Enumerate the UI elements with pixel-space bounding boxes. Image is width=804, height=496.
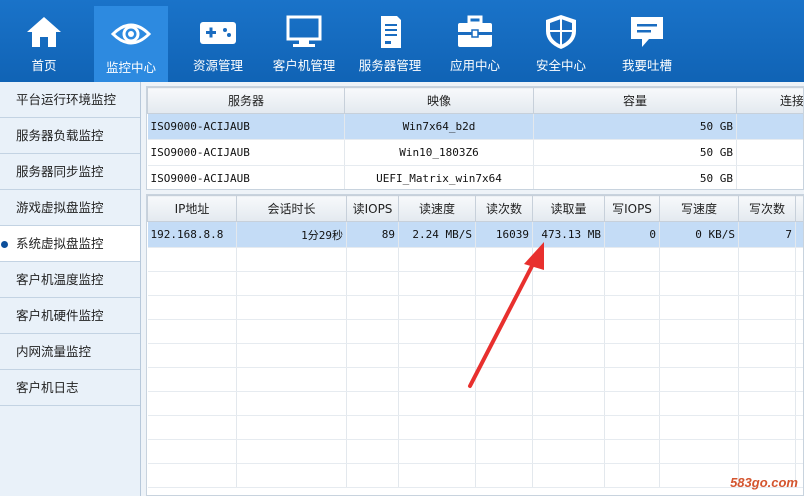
table-cell: 2.24 MB/S <box>398 221 476 248</box>
column-header-filler <box>795 195 803 222</box>
column-header[interactable]: 读IOPS <box>346 195 399 222</box>
table-row[interactable]: ISO9000-ACIJAUB Win10_1803Z6 50 GB 0 <box>147 139 803 166</box>
column-header[interactable]: 服务器 <box>147 87 345 114</box>
sidebar-item-label: 客户机温度监控 <box>16 272 104 287</box>
table-cell: ISO9000-ACIJAUB <box>147 139 345 166</box>
eye-icon <box>111 23 151 45</box>
server-icon <box>381 16 401 48</box>
clients-table: IP地址 会话时长 读IOPS 读速度 读次数 读取量 写IOPS 写速度 写次… <box>146 194 804 496</box>
empty-row <box>147 271 803 296</box>
empty-row <box>147 247 803 272</box>
nav-app-center-label: 应用中心 <box>449 58 500 73</box>
sidebar-item-label: 平台运行环境监控 <box>16 92 117 107</box>
table-cell: 16039 <box>475 221 533 248</box>
toolbox-icon <box>458 15 492 47</box>
empty-row <box>147 319 803 344</box>
empty-row <box>147 439 803 464</box>
empty-row <box>147 343 803 368</box>
nav-server-management-label: 服务器管理 <box>358 58 422 73</box>
sidebar-item-client-hardware[interactable]: 客户机硬件监控 <box>0 298 140 334</box>
nav-monitor-center[interactable]: 监控中心 <box>94 6 168 82</box>
sidebar-item-label: 服务器负载监控 <box>16 128 104 143</box>
sidebar-item-label: 客户机硬件监控 <box>16 308 104 323</box>
table-cell <box>795 221 803 248</box>
nav-server-management[interactable]: 服务器管理 <box>352 4 428 82</box>
table-cell: Win7x64_b2d <box>344 113 534 140</box>
sidebar-item-label: 内网流量监控 <box>16 344 92 359</box>
column-header[interactable]: IP地址 <box>147 195 237 222</box>
sidebar-item-client-log[interactable]: 客户机日志 <box>0 370 140 406</box>
images-table: 服务器 映像 容量 连接 ISO9000-ACIJAUB Win7x64_b2d… <box>146 86 804 190</box>
table-cell: Win10_1803Z6 <box>344 139 534 166</box>
sidebar-item-platform-environment[interactable]: 平台运行环境监控 <box>0 82 140 118</box>
column-header[interactable]: 写次数 <box>738 195 796 222</box>
top-navigation-bar: 首页 监控中心 资源管理 客户机管理 服务器管理 应用中心 安全中心 我要吐槽 <box>0 0 804 82</box>
nav-security-center-label: 安全中心 <box>535 58 586 73</box>
table-cell: UEFI_Matrix_win7x64 <box>344 165 534 189</box>
chat-icon <box>631 17 663 47</box>
table-cell: 1 <box>736 113 803 140</box>
column-header[interactable]: 读取量 <box>532 195 605 222</box>
sidebar: 平台运行环境监控 服务器负载监控 服务器同步监控 游戏虚拟盘监控 系统虚拟盘监控… <box>0 82 141 496</box>
monitor-icon <box>286 15 322 47</box>
sidebar-item-server-load[interactable]: 服务器负载监控 <box>0 118 140 154</box>
sidebar-item-game-vdisk[interactable]: 游戏虚拟盘监控 <box>0 190 140 226</box>
sidebar-item-lan-traffic[interactable]: 内网流量监控 <box>0 334 140 370</box>
sidebar-item-system-vdisk[interactable]: 系统虚拟盘监控 <box>0 226 140 262</box>
column-header[interactable]: 读速度 <box>398 195 476 222</box>
column-header[interactable]: 会话时长 <box>236 195 347 222</box>
sidebar-item-client-temperature[interactable]: 客户机温度监控 <box>0 262 140 298</box>
column-header[interactable]: 连接 <box>736 87 803 114</box>
sidebar-item-label: 客户机日志 <box>16 380 79 395</box>
empty-row <box>147 415 803 440</box>
column-header[interactable]: 读次数 <box>475 195 533 222</box>
nav-home-label: 首页 <box>31 58 57 73</box>
nav-security-center[interactable]: 安全中心 <box>524 4 598 82</box>
watermark: 583go.com <box>730 475 798 490</box>
nav-feedback-label: 我要吐槽 <box>621 58 672 73</box>
sidebar-item-server-sync[interactable]: 服务器同步监控 <box>0 154 140 190</box>
table-cell: 0 <box>604 221 660 248</box>
table-cell: ISO9000-ACIJAUB <box>147 165 345 189</box>
table-cell: 0 <box>736 139 803 166</box>
sidebar-item-label: 服务器同步监控 <box>16 164 104 179</box>
column-header[interactable]: 映像 <box>344 87 534 114</box>
empty-row <box>147 391 803 416</box>
nav-resource-management[interactable]: 资源管理 <box>181 4 255 82</box>
table-cell: ISO9000-ACIJAUB <box>147 113 345 140</box>
table-cell: 473.13 MB <box>532 221 605 248</box>
gamepad-icon <box>200 22 236 44</box>
nav-client-management[interactable]: 客户机管理 <box>265 4 343 82</box>
table-cell: 8 <box>736 165 803 189</box>
table-row[interactable]: ISO9000-ACIJAUB UEFI_Matrix_win7x64 50 G… <box>147 165 803 189</box>
sidebar-item-label: 系统虚拟盘监控 <box>16 236 104 251</box>
table-cell: 50 GB <box>533 113 737 140</box>
nav-client-management-label: 客户机管理 <box>272 58 336 73</box>
table-cell: 50 GB <box>533 139 737 166</box>
table-cell: 7 <box>738 221 796 248</box>
nav-monitor-center-label: 监控中心 <box>105 60 156 75</box>
table-cell: 1分29秒 <box>236 221 347 248</box>
nav-resource-management-label: 资源管理 <box>192 58 243 73</box>
table-cell: 89 <box>346 221 399 248</box>
column-header[interactable]: 写IOPS <box>604 195 660 222</box>
nav-home[interactable]: 首页 <box>7 4 81 82</box>
table-cell: 0 KB/S <box>659 221 739 248</box>
empty-row <box>147 295 803 320</box>
table-row[interactable]: ISO9000-ACIJAUB Win7x64_b2d 50 GB 1 <box>147 113 803 140</box>
column-header[interactable]: 容量 <box>533 87 737 114</box>
active-dot-icon <box>1 241 8 248</box>
empty-row <box>147 463 803 488</box>
nav-app-center[interactable]: 应用中心 <box>438 4 512 82</box>
shield-icon <box>546 15 576 49</box>
empty-row <box>147 367 803 392</box>
column-header[interactable]: 写速度 <box>659 195 739 222</box>
table-cell: 192.168.8.8 <box>147 221 237 248</box>
table-cell: 50 GB <box>533 165 737 189</box>
table-row[interactable]: 192.168.8.8 1分29秒 89 2.24 MB/S 16039 473… <box>147 221 803 248</box>
nav-feedback[interactable]: 我要吐槽 <box>610 4 684 82</box>
sidebar-item-label: 游戏虚拟盘监控 <box>16 200 104 215</box>
home-icon <box>27 17 61 47</box>
